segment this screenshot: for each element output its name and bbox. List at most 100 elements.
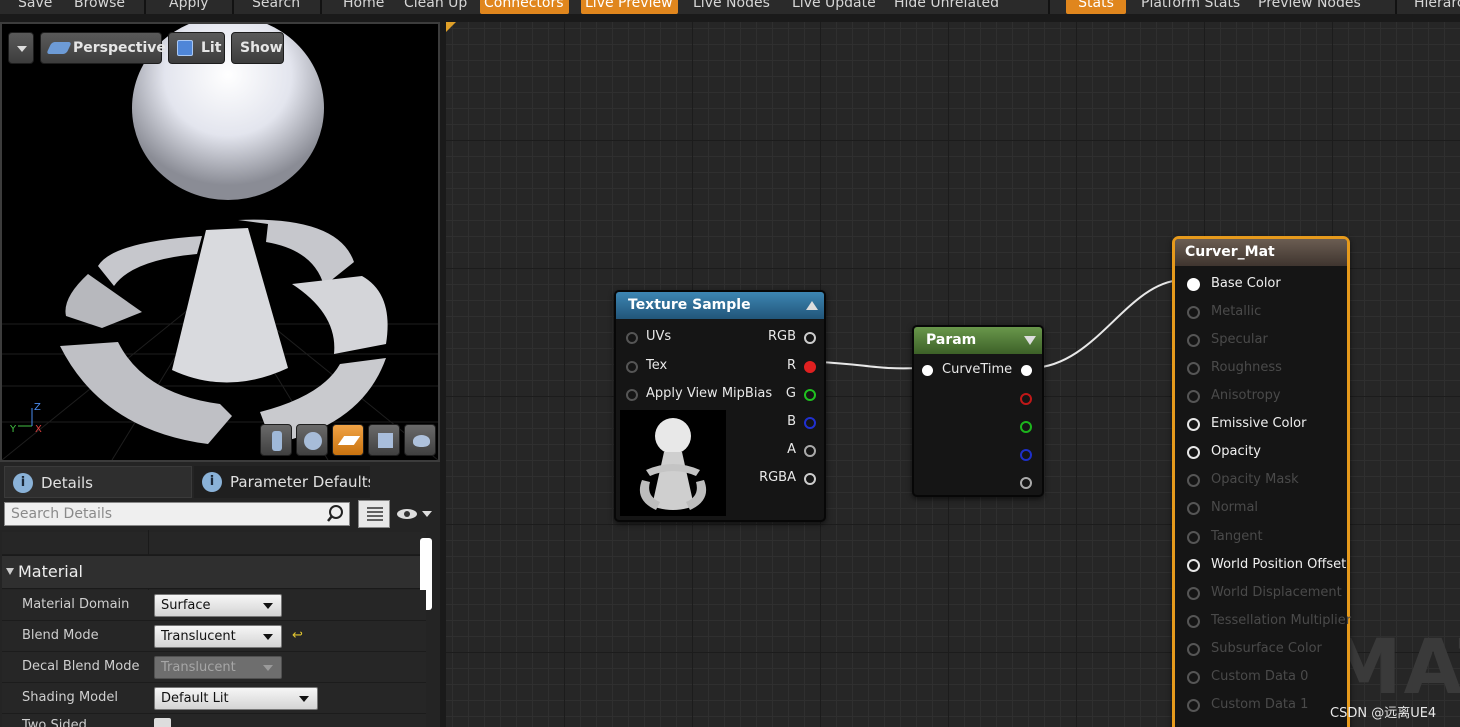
- apply-button[interactable]: Apply: [165, 0, 213, 14]
- hide-unrelated-button[interactable]: Hide Unrelated: [890, 0, 1003, 14]
- result-header[interactable]: Curver_Mat: [1175, 239, 1347, 266]
- cube-preview-button[interactable]: [368, 424, 400, 456]
- b-label: B: [787, 414, 796, 429]
- material-graph[interactable]: MATER Texture Sample UVs Tex Apply View …: [446, 22, 1460, 727]
- save-button[interactable]: Save: [14, 0, 56, 14]
- stats-button[interactable]: Stats: [1066, 0, 1126, 14]
- tex-pin[interactable]: [626, 361, 638, 373]
- cube-icon: [177, 40, 193, 56]
- node-title: Texture Sample: [628, 297, 751, 313]
- platform-stats-button[interactable]: Platform Stats: [1137, 0, 1244, 14]
- material-category[interactable]: Material: [2, 555, 426, 589]
- a-label: A: [787, 442, 796, 457]
- preview-nodes-button[interactable]: Preview Nodes: [1254, 0, 1365, 14]
- plane-preview-button[interactable]: [332, 424, 364, 456]
- live-nodes-button[interactable]: Live Nodes: [689, 0, 774, 14]
- property-two-sided: Two Sided: [2, 714, 426, 727]
- editor-toolbar: Save Browse Apply Search Home Clean Up C…: [0, 0, 1460, 14]
- sphere-icon: [304, 432, 322, 450]
- teapot-icon: [413, 435, 430, 447]
- a-pin[interactable]: [804, 445, 816, 457]
- property-label: Material Domain: [22, 597, 130, 612]
- chevron-down-icon: [299, 696, 309, 702]
- search-button[interactable]: Search: [248, 0, 304, 14]
- lit-button[interactable]: Lit: [168, 32, 225, 64]
- output-pin[interactable]: [1021, 365, 1032, 376]
- cylinder-preview-button[interactable]: [260, 424, 292, 456]
- rgb-pin[interactable]: [804, 332, 816, 344]
- browse-button[interactable]: Browse: [70, 0, 129, 14]
- chevron-down-icon: [17, 46, 27, 52]
- tab-params-label: Parameter Defaults: [230, 473, 370, 491]
- live-update-button[interactable]: Live Update: [788, 0, 880, 14]
- collapse-arrow-icon: [6, 568, 14, 575]
- texture-sample-node[interactable]: Texture Sample UVs Tex Apply View MipBia…: [614, 290, 826, 522]
- perspective-button[interactable]: Perspective: [40, 32, 166, 64]
- info-icon: i: [13, 473, 33, 493]
- mipbias-label: Apply View MipBias: [646, 386, 773, 401]
- uvs-label: UVs: [646, 329, 672, 344]
- search-icon: [326, 504, 344, 522]
- blue-pin[interactable]: [1020, 449, 1032, 461]
- alpha-pin[interactable]: [1020, 477, 1032, 489]
- live-preview-button[interactable]: Live Preview: [581, 0, 678, 14]
- expand-icon[interactable]: [1024, 336, 1036, 345]
- viewport-options-button[interactable]: [8, 32, 34, 64]
- red-pin[interactable]: [1020, 393, 1032, 405]
- tex-label: Tex: [646, 358, 668, 373]
- perspective-label: Perspective: [73, 40, 166, 56]
- home-button[interactable]: Home: [339, 0, 388, 14]
- grid-list-icon: [367, 507, 383, 521]
- shading-model-combo[interactable]: Default Lit: [154, 687, 318, 710]
- wire-r-to-curvetime: [817, 361, 921, 370]
- two-sided-checkbox[interactable]: [154, 718, 171, 727]
- preview-scene: Y Z X: [2, 24, 438, 460]
- show-button[interactable]: Show: [231, 32, 284, 64]
- hierarchy-button[interactable]: Hierarc: [1410, 0, 1460, 14]
- r-pin[interactable]: [804, 361, 816, 373]
- axis-y-label: Y: [9, 424, 17, 435]
- property-material-domain: Material Domain Surface: [2, 590, 426, 621]
- tab-details[interactable]: i Details: [4, 466, 192, 498]
- cube-shape-icon: [378, 433, 393, 448]
- view-options-button[interactable]: [358, 500, 390, 528]
- chevron-down-icon: [263, 665, 273, 671]
- texture-thumbnail: [620, 410, 726, 516]
- decal-blend-mode-combo: Translucent: [154, 656, 282, 679]
- property-label: Blend Mode: [22, 628, 99, 643]
- search-details-input[interactable]: Search Details: [4, 502, 350, 526]
- credit-watermark: CSDN @远离UE4: [1330, 706, 1437, 721]
- uvs-pin[interactable]: [626, 332, 638, 344]
- visibility-dropdown[interactable]: [396, 506, 434, 524]
- connectors-button[interactable]: Connectors: [480, 0, 569, 14]
- collapse-icon[interactable]: [806, 301, 818, 310]
- tab-parameter-defaults[interactable]: i Parameter Defaults: [194, 466, 370, 498]
- preview-viewport[interactable]: Y Z X Perspective Lit Show: [0, 22, 440, 462]
- cylinder-icon: [272, 431, 282, 451]
- rgba-pin[interactable]: [804, 473, 816, 485]
- param-node[interactable]: Param CurveTime: [912, 325, 1044, 497]
- tab-details-label: Details: [41, 474, 94, 492]
- rgb-label: RGB: [767, 329, 796, 344]
- material-domain-combo[interactable]: Surface: [154, 594, 282, 617]
- details-panel: i Details i Parameter Defaults Search De…: [0, 462, 440, 727]
- mipbias-pin[interactable]: [626, 389, 638, 401]
- g-pin[interactable]: [804, 389, 816, 401]
- teapot-preview-button[interactable]: [404, 424, 436, 456]
- texture-sample-header[interactable]: Texture Sample: [616, 292, 824, 319]
- g-label: G: [785, 386, 796, 401]
- rgba-label: RGBA: [759, 470, 796, 485]
- sphere-preview-button[interactable]: [296, 424, 328, 456]
- reset-to-default-icon[interactable]: ↩: [292, 628, 303, 643]
- param-header[interactable]: Param: [914, 327, 1042, 354]
- curvetime-label: CurveTime: [942, 362, 1013, 377]
- property-label: Two Sided: [22, 718, 87, 727]
- curvetime-input-pin[interactable]: [922, 365, 933, 376]
- green-pin[interactable]: [1020, 421, 1032, 433]
- r-label: R: [786, 358, 796, 373]
- result-node[interactable]: Curver_Mat Base Color Metallic Specular …: [1172, 236, 1351, 727]
- blend-mode-combo[interactable]: Translucent: [154, 625, 282, 648]
- b-pin[interactable]: [804, 417, 816, 429]
- node-title: Curver_Mat: [1185, 244, 1275, 260]
- clean-up-button[interactable]: Clean Up: [400, 0, 471, 14]
